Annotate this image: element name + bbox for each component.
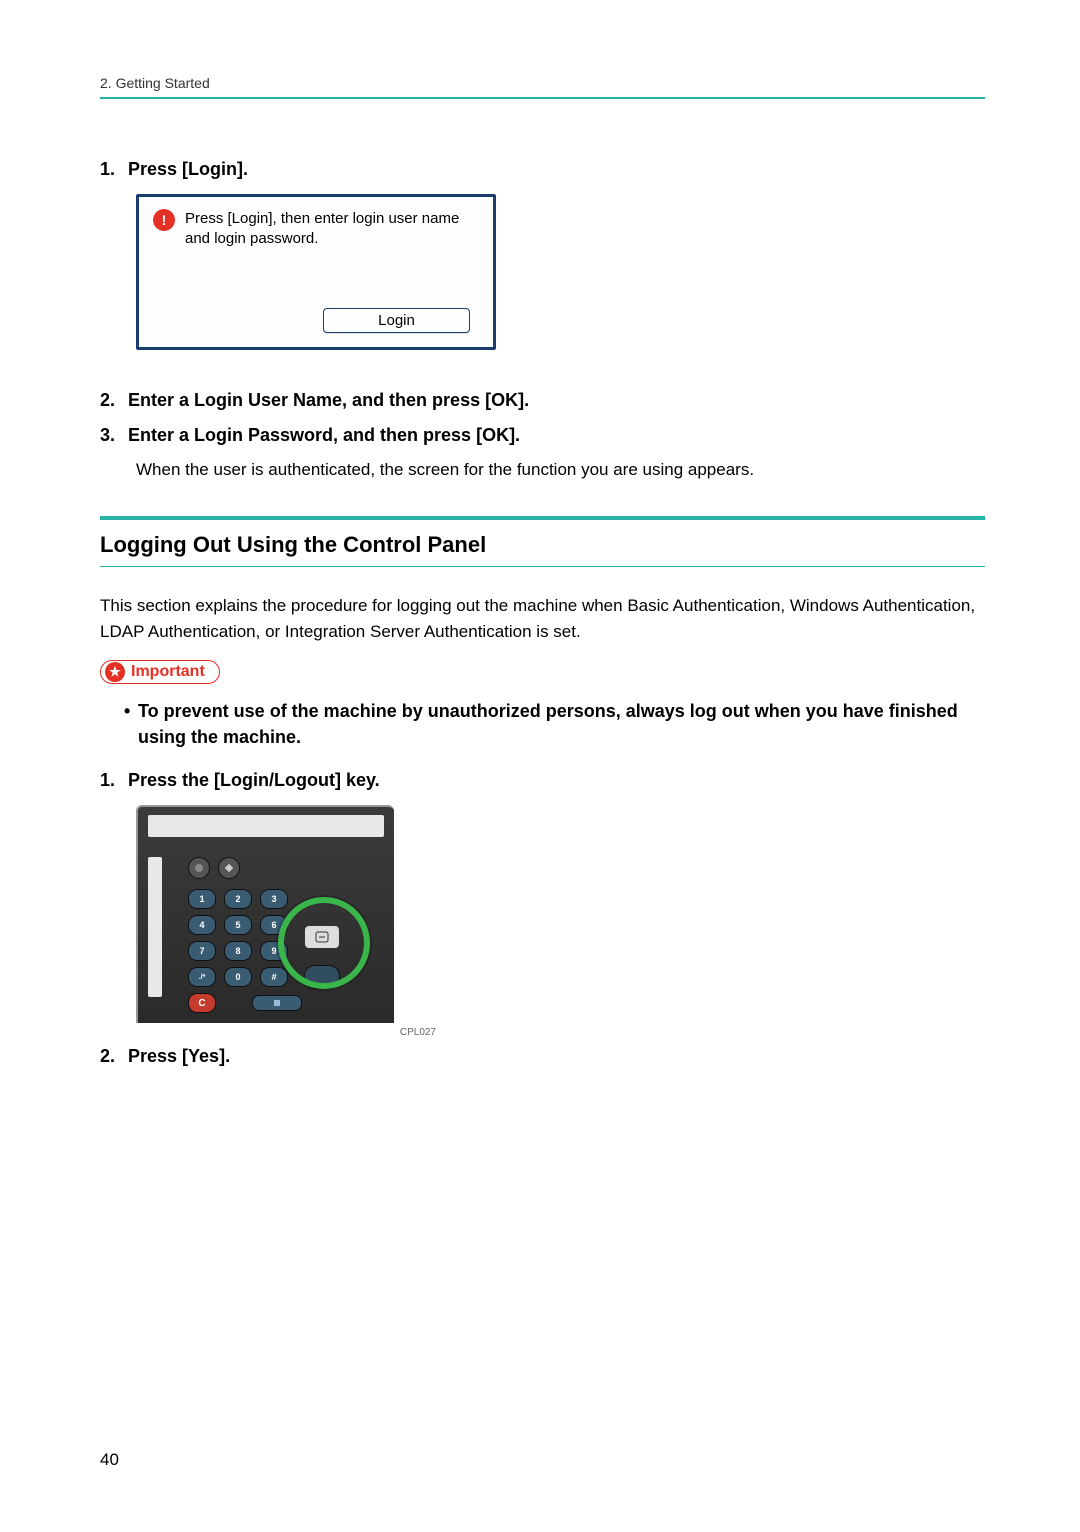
keypad-8: 8	[224, 941, 252, 961]
step-number: 2.	[100, 1046, 128, 1067]
step-text: Press the [Login/Logout] key.	[128, 770, 380, 791]
chapter-header: 2. Getting Started	[100, 75, 985, 91]
section-divider: Logging Out Using the Control Panel	[100, 516, 985, 567]
stop-button	[188, 857, 210, 879]
keypad-1: 1	[188, 889, 216, 909]
step-text: Press [Login].	[128, 159, 248, 180]
login-step-3: 3. Enter a Login Password, and then pres…	[100, 425, 985, 446]
step-text: Enter a Login Password, and then press […	[128, 425, 520, 446]
keypad-hash: #	[260, 967, 288, 987]
login-step-1: 1. Press [Login].	[100, 159, 985, 180]
logout-step-2: 2. Press [Yes].	[100, 1046, 985, 1067]
login-panel-message: Press [Login], then enter login user nam…	[185, 209, 479, 248]
keypad-4: 4	[188, 915, 216, 935]
keypad-3: 3	[260, 889, 288, 909]
important-text: To prevent use of the machine by unautho…	[138, 698, 985, 750]
star-icon: ★	[105, 662, 125, 682]
step-number: 2.	[100, 390, 128, 411]
auth-followup: When the user is authenticated, the scre…	[136, 460, 985, 480]
step-number: 1.	[100, 159, 128, 180]
important-label: Important	[131, 663, 205, 681]
important-tag: ★ Important	[100, 660, 220, 684]
keypad-7: 7	[188, 941, 216, 961]
login-key-highlight	[278, 897, 370, 989]
diamond-button	[218, 857, 240, 879]
login-step-2: 2. Enter a Login User Name, and then pre…	[100, 390, 985, 411]
device-figure: 1 2 3 4 5 6 7 8 9 ./* 0 #	[136, 805, 985, 1038]
page-number: 40	[100, 1450, 119, 1470]
step-number: 3.	[100, 425, 128, 446]
step-number: 1.	[100, 770, 128, 791]
step-text: Enter a Login User Name, and then press …	[128, 390, 529, 411]
important-bullet: • To prevent use of the machine by unaut…	[124, 698, 985, 750]
logout-step-1: 1. Press the [Login/Logout] key.	[100, 770, 985, 791]
figure-caption: CPL027	[136, 1027, 436, 1038]
header-divider	[100, 97, 985, 99]
keypad-0: 0	[224, 967, 252, 987]
bottom-slot	[252, 995, 302, 1011]
keypad-sym: ./*	[188, 967, 216, 987]
section-title: Logging Out Using the Control Panel	[100, 520, 985, 567]
keypad-2: 2	[224, 889, 252, 909]
bullet-dot: •	[124, 698, 138, 724]
login-button[interactable]: Login	[323, 308, 470, 333]
step-text: Press [Yes].	[128, 1046, 230, 1067]
section-intro: This section explains the procedure for …	[100, 593, 985, 644]
clear-key: C	[188, 993, 216, 1013]
keypad-5: 5	[224, 915, 252, 935]
alert-icon: !	[153, 209, 175, 231]
login-panel-figure: ! Press [Login], then enter login user n…	[136, 194, 496, 350]
